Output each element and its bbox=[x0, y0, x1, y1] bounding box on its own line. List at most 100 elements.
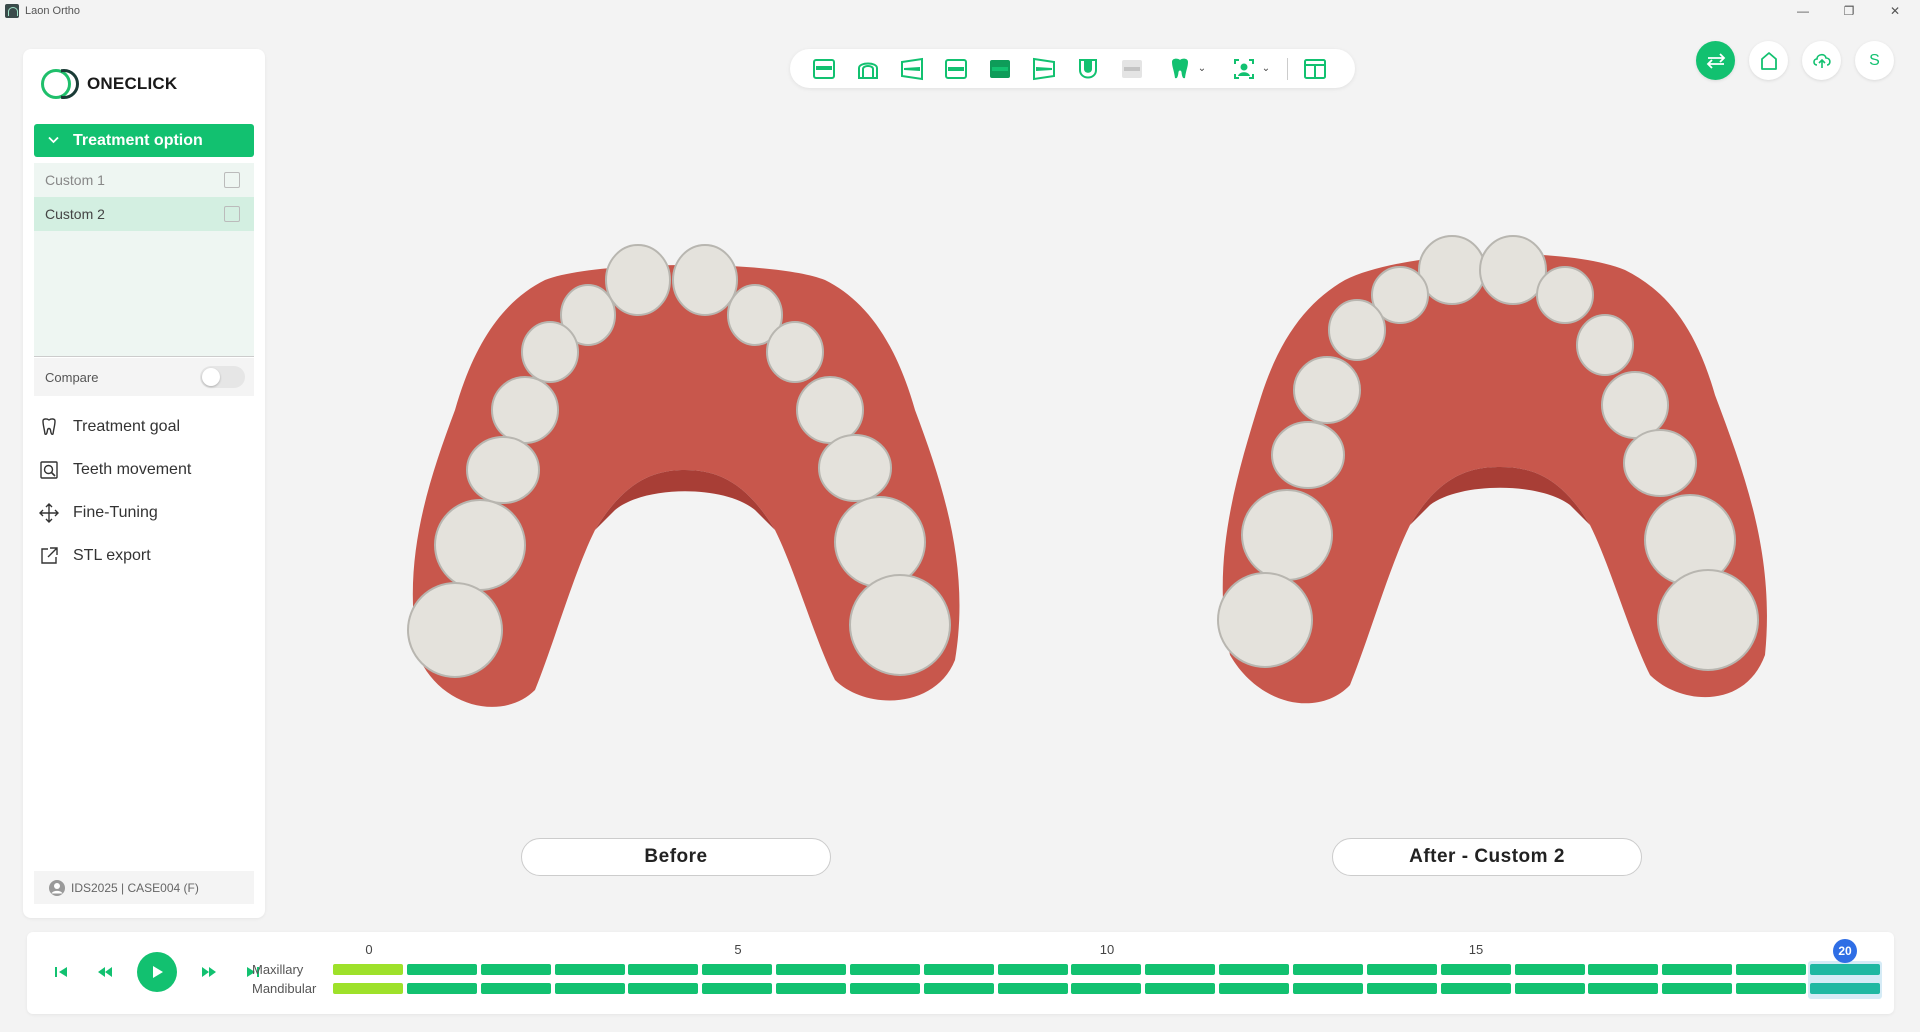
top-view-button[interactable] bbox=[937, 54, 975, 84]
tick-label: 15 bbox=[1468, 942, 1484, 957]
stage-segment[interactable] bbox=[1809, 983, 1880, 994]
home-button[interactable] bbox=[1749, 41, 1788, 80]
option-custom-2[interactable]: Custom 2 bbox=[34, 197, 254, 231]
stage-segment[interactable] bbox=[1662, 983, 1733, 994]
menu-fine-tuning[interactable]: Fine-Tuning bbox=[39, 491, 259, 534]
right-view-button[interactable] bbox=[1025, 54, 1063, 84]
stage-segment[interactable] bbox=[406, 983, 477, 994]
stage-segment[interactable] bbox=[1809, 964, 1880, 975]
minimize-button[interactable]: — bbox=[1780, 0, 1826, 22]
after-arch-model[interactable] bbox=[1205, 235, 1785, 720]
stage-segment[interactable] bbox=[1366, 983, 1437, 994]
chevron-down-icon: ⌄ bbox=[1261, 63, 1271, 74]
stage-segment[interactable] bbox=[997, 983, 1068, 994]
front-view-icon bbox=[813, 58, 835, 79]
occlusal-view-icon bbox=[1079, 58, 1097, 78]
first-stage-button[interactable] bbox=[49, 960, 73, 984]
rewind-icon bbox=[98, 967, 112, 977]
option-label: Custom 1 bbox=[45, 172, 105, 188]
before-arch-model[interactable] bbox=[395, 240, 975, 720]
menu-label: Treatment goal bbox=[73, 417, 181, 435]
compare-toggle[interactable] bbox=[200, 366, 245, 388]
stage-segment[interactable] bbox=[1292, 983, 1363, 994]
stage-segment[interactable] bbox=[480, 983, 551, 994]
stage-segment[interactable] bbox=[1145, 964, 1216, 975]
stage-segment[interactable] bbox=[628, 983, 699, 994]
oneclick-logo: ONECLICK bbox=[41, 69, 177, 99]
menu-teeth-movement[interactable]: Teeth movement bbox=[39, 448, 259, 491]
stage-segment[interactable] bbox=[1440, 964, 1511, 975]
treatment-option-label: Treatment option bbox=[73, 131, 203, 149]
play-button[interactable] bbox=[137, 952, 177, 992]
front-view-button[interactable] bbox=[805, 54, 843, 84]
stage-segment[interactable] bbox=[849, 964, 920, 975]
oneclick-logo-icon bbox=[41, 69, 79, 99]
option-checkbox[interactable] bbox=[224, 206, 240, 222]
stage-segment[interactable] bbox=[702, 983, 773, 994]
stage-segment[interactable] bbox=[333, 983, 403, 994]
stage-segment[interactable] bbox=[776, 964, 847, 975]
stage-ticks: 0 5 10 15 bbox=[27, 942, 1894, 958]
next-stage-button[interactable] bbox=[197, 960, 221, 984]
stage-segment[interactable] bbox=[628, 964, 699, 975]
hide-view-button[interactable] bbox=[1113, 54, 1151, 84]
left-view-button[interactable] bbox=[893, 54, 931, 84]
current-stage-badge[interactable]: 20 bbox=[1833, 939, 1857, 963]
upload-button[interactable] bbox=[1802, 41, 1841, 80]
previous-stage-button[interactable] bbox=[93, 960, 117, 984]
stage-segment[interactable] bbox=[333, 964, 403, 975]
stage-segment[interactable] bbox=[1514, 983, 1585, 994]
stage-segment[interactable] bbox=[1071, 983, 1142, 994]
stage-segment[interactable] bbox=[1588, 964, 1659, 975]
stage-segment[interactable] bbox=[406, 964, 477, 975]
maximize-button[interactable]: ❐ bbox=[1826, 0, 1872, 22]
playback-controls bbox=[49, 952, 285, 992]
stage-segment[interactable] bbox=[702, 964, 773, 975]
user-avatar-button[interactable]: S bbox=[1855, 41, 1894, 80]
menu-treatment-goal[interactable]: Treatment goal bbox=[39, 405, 259, 448]
stage-segment[interactable] bbox=[1736, 964, 1807, 975]
maxillary-label: Maxillary bbox=[252, 962, 304, 977]
stage-segment[interactable] bbox=[1440, 983, 1511, 994]
tooth-menu-dropdown[interactable]: ⌄ bbox=[1157, 54, 1217, 84]
stage-segment[interactable] bbox=[1662, 964, 1733, 975]
menu-stl-export[interactable]: STL export bbox=[39, 534, 259, 577]
stage-segment[interactable] bbox=[923, 964, 994, 975]
treatment-option-list: Custom 1 Custom 2 bbox=[34, 163, 254, 357]
menu-label: STL export bbox=[73, 546, 151, 564]
left-view-icon bbox=[901, 57, 923, 80]
avatar-initial: S bbox=[1869, 51, 1880, 69]
stage-segment[interactable] bbox=[1292, 964, 1363, 975]
close-button[interactable]: ✕ bbox=[1872, 0, 1918, 22]
stage-segment[interactable] bbox=[776, 983, 847, 994]
stage-segment[interactable] bbox=[849, 983, 920, 994]
arch-view-button[interactable] bbox=[849, 54, 887, 84]
occlusal-view-button[interactable] bbox=[1069, 54, 1107, 84]
layout-button[interactable] bbox=[1296, 54, 1334, 84]
stage-segment[interactable] bbox=[1145, 983, 1216, 994]
treatment-option-header[interactable]: Treatment option bbox=[34, 124, 254, 157]
stage-segment[interactable] bbox=[1219, 983, 1290, 994]
stage-segment[interactable] bbox=[1736, 983, 1807, 994]
swap-view-button[interactable] bbox=[1696, 41, 1735, 80]
stage-timeline: Maxillary Mandibular 0 5 10 15 20 bbox=[27, 932, 1894, 1014]
stage-segment[interactable] bbox=[1071, 964, 1142, 975]
magnify-tooth-icon bbox=[40, 460, 58, 479]
case-info: IDS2025 | CASE004 (F) bbox=[34, 871, 254, 904]
option-checkbox[interactable] bbox=[224, 172, 240, 188]
stage-segment[interactable] bbox=[554, 983, 625, 994]
tick-label: 10 bbox=[1099, 942, 1115, 957]
menu-label: Fine-Tuning bbox=[73, 503, 158, 521]
bottom-view-button[interactable] bbox=[981, 54, 1019, 84]
stage-segment[interactable] bbox=[1514, 964, 1585, 975]
stage-segment[interactable] bbox=[923, 983, 994, 994]
stage-segment[interactable] bbox=[1219, 964, 1290, 975]
stage-segment[interactable] bbox=[480, 964, 551, 975]
stage-segment[interactable] bbox=[1588, 983, 1659, 994]
face-menu-dropdown[interactable]: ⌄ bbox=[1221, 54, 1281, 84]
option-custom-1[interactable]: Custom 1 bbox=[34, 163, 254, 197]
stage-segment[interactable] bbox=[997, 964, 1068, 975]
stage-segment[interactable] bbox=[1366, 964, 1437, 975]
chevron-down-icon: ⌄ bbox=[1197, 63, 1207, 74]
stage-segment[interactable] bbox=[554, 964, 625, 975]
